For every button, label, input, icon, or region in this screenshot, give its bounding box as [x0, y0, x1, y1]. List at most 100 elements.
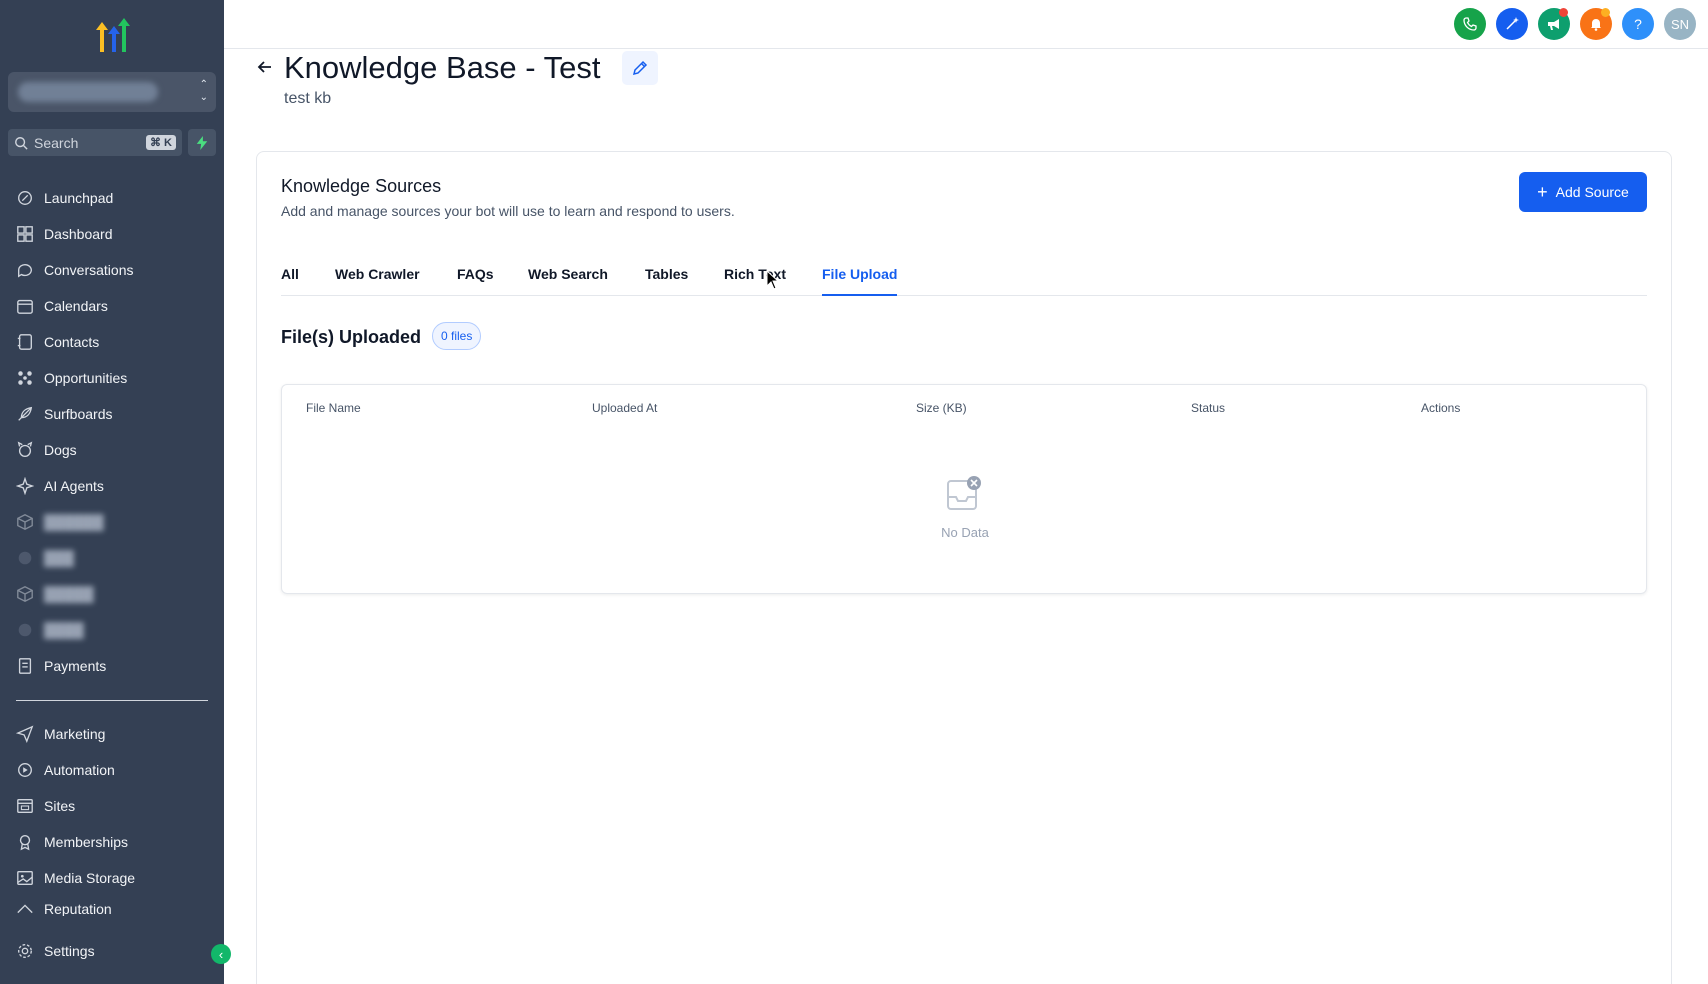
sidebar-item-automation[interactable]: Automation	[16, 758, 216, 782]
sidebar-item-opportunities[interactable]: Opportunities	[16, 366, 216, 390]
sidebar-item-payments[interactable]: Payments	[16, 654, 216, 678]
empty-inbox-icon	[947, 476, 981, 510]
award-icon	[19, 835, 31, 851]
tab-file-upload[interactable]: File Upload	[822, 266, 898, 296]
pipeline-icon	[18, 371, 32, 385]
blurred-label: ██████	[44, 514, 104, 530]
sidebar-item-label: Settings	[44, 943, 95, 959]
help-button[interactable]: ?	[1622, 8, 1654, 40]
gear-icon	[18, 944, 32, 958]
app-logo-icon[interactable]	[92, 16, 134, 54]
sidebar-item-surfboards[interactable]: Surfboards	[16, 402, 216, 426]
feather-icon	[18, 406, 33, 421]
sidebar-item-label: Memberships	[44, 834, 129, 850]
knowledge-sources-card: Knowledge Sources Add and manage sources…	[256, 151, 1672, 984]
box-icon	[17, 514, 33, 530]
help-icon: ?	[1634, 16, 1642, 32]
box-icon	[17, 586, 33, 602]
sidebar-item-label: Launchpad	[44, 190, 114, 206]
megaphone-icon	[1548, 19, 1559, 30]
tab-web-crawler[interactable]: Web Crawler	[335, 266, 420, 296]
account-name-blurred	[18, 82, 158, 102]
tab-all[interactable]: All	[281, 266, 299, 296]
notifications-button[interactable]	[1580, 8, 1612, 40]
tab-web-search[interactable]: Web Search	[528, 266, 608, 296]
blurred-label: ███	[44, 550, 74, 566]
column-header-status[interactable]: Status	[1191, 401, 1225, 415]
bell-icon	[1591, 19, 1601, 31]
sidebar-item-label: Dashboard	[44, 226, 113, 242]
chat-icon	[18, 264, 32, 278]
sidebar-item-memberships[interactable]: Memberships	[16, 830, 216, 854]
sidebar-item-sites[interactable]: Sites	[16, 794, 216, 818]
sidebar-item-label: Contacts	[44, 334, 100, 350]
files-table: File Name Uploaded At Size (KB) Status A…	[281, 384, 1647, 594]
back-arrow-icon[interactable]	[256, 58, 274, 76]
sidebar-item-ai-agents[interactable]: AI Agents	[16, 474, 216, 498]
reputation-icon	[17, 904, 33, 914]
sidebar-item-contacts[interactable]: Contacts	[16, 330, 216, 354]
phone-icon	[1463, 17, 1477, 31]
notification-dot	[1559, 8, 1568, 17]
edit-title-button[interactable]	[622, 51, 658, 85]
chevron-left-icon: ‹	[218, 946, 224, 962]
tab-tables[interactable]: Tables	[645, 266, 688, 296]
grid-icon	[17, 226, 33, 242]
automation-icon	[18, 763, 32, 777]
blurred-label: ████	[44, 622, 84, 638]
file-count-badge: 0 files	[432, 322, 482, 350]
notification-dot	[1601, 8, 1610, 17]
add-source-button[interactable]: + Add Source	[1519, 172, 1647, 212]
sidebar-item-hidden-4[interactable]: ████	[16, 618, 216, 642]
sidebar-item-hidden-2[interactable]: ███	[16, 546, 216, 570]
sidebar-item-dashboard[interactable]: Dashboard	[16, 222, 216, 246]
sidebar-item-label: Sites	[44, 798, 76, 814]
top-bar: ? SN	[224, 0, 1708, 49]
sidebar-item-label: Reputation	[44, 902, 112, 916]
circle-icon	[18, 623, 32, 637]
send-icon	[16, 725, 34, 743]
sidebar-search[interactable]: Search ⌘ K	[8, 129, 182, 156]
sidebar-item-label: Payments	[44, 658, 107, 674]
sidebar-item-label: Media Storage	[44, 870, 136, 886]
column-header-size[interactable]: Size (KB)	[916, 401, 967, 415]
sites-icon	[17, 799, 33, 813]
lightning-icon	[196, 135, 208, 150]
sidebar-item-marketing[interactable]: Marketing	[16, 722, 216, 746]
sidebar-item-label: Opportunities	[44, 370, 128, 386]
sidebar-item-hidden-1[interactable]: ██████	[16, 510, 216, 534]
add-source-label: Add Source	[1555, 184, 1629, 200]
sidebar-item-label: Surfboards	[44, 406, 113, 422]
ai-assistant-button[interactable]	[1496, 8, 1528, 40]
card-description: Add and manage sources your bot will use…	[281, 203, 735, 219]
sidebar-item-reputation[interactable]: Reputation	[16, 902, 216, 916]
sidebar-item-launchpad[interactable]: Launchpad	[16, 186, 216, 210]
contacts-icon	[17, 334, 32, 350]
search-shortcut: ⌘ K	[146, 135, 176, 150]
sidebar-item-media-storage[interactable]: Media Storage	[16, 866, 216, 890]
avatar[interactable]: SN	[1664, 8, 1696, 40]
receipt-icon	[18, 658, 32, 674]
phone-button[interactable]	[1454, 8, 1486, 40]
blurred-label: █████	[44, 586, 94, 602]
sidebar-item-hidden-3[interactable]: █████	[16, 582, 216, 606]
sidebar-item-label: AI Agents	[44, 478, 104, 494]
announcements-button[interactable]	[1538, 8, 1570, 40]
sidebar-item-dogs[interactable]: Dogs	[16, 438, 216, 462]
tab-faqs[interactable]: FAQs	[457, 266, 494, 296]
page-subtitle: test kb	[284, 90, 332, 107]
pencil-icon	[632, 60, 648, 76]
column-header-uploaded-at[interactable]: Uploaded At	[592, 401, 657, 415]
sidebar-collapse-button[interactable]: ‹	[211, 944, 231, 964]
card-title: Knowledge Sources	[281, 176, 442, 196]
column-header-file-name[interactable]: File Name	[306, 401, 361, 415]
sidebar-item-conversations[interactable]: Conversations	[16, 258, 216, 282]
chevron-updown-icon: ⌃ ⌄	[199, 79, 208, 103]
empty-state-text: No Data	[941, 525, 989, 540]
sidebar-item-settings[interactable]: Settings	[16, 939, 216, 963]
quick-action-button[interactable]	[188, 129, 216, 156]
sidebar-item-calendars[interactable]: Calendars	[16, 294, 216, 318]
sidebar-divider	[16, 700, 208, 701]
calendar-icon	[17, 299, 33, 314]
account-switcher[interactable]: ⌃ ⌄	[8, 72, 216, 112]
